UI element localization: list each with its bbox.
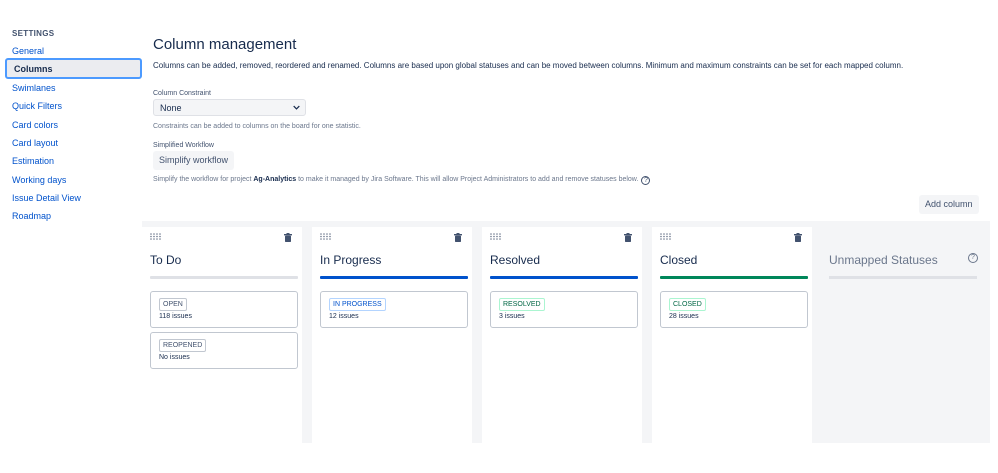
sidebar-item-swimlanes[interactable]: Swimlanes <box>12 82 56 94</box>
page-title: Column management <box>153 36 297 53</box>
status-lozenge: IN PROGRESS <box>329 298 386 311</box>
sidebar-item-roadmap[interactable]: Roadmap <box>12 210 51 222</box>
issue-count: 118 issues <box>159 313 192 320</box>
workflow-help-prefix: Simplify the workflow for project <box>153 176 254 183</box>
question-icon[interactable]: ? <box>968 253 978 263</box>
issue-count: 28 issues <box>669 313 699 320</box>
column-title[interactable]: In Progress <box>320 253 381 267</box>
chevron-down-icon <box>293 105 300 110</box>
add-column-button[interactable]: Add column <box>919 195 979 214</box>
sidebar-item-quick-filters[interactable]: Quick Filters <box>12 100 62 112</box>
column-board: To Do OPEN 118 issues REOPENED No issues <box>142 221 990 443</box>
board-column-resolved[interactable]: Resolved RESOLVED 3 issues <box>482 227 642 443</box>
status-card-closed[interactable]: CLOSED 28 issues <box>660 291 808 328</box>
issue-count: No issues <box>159 354 190 361</box>
sidebar-item-estimation[interactable]: Estimation <box>12 155 54 167</box>
column-rule <box>660 276 808 279</box>
trash-icon[interactable] <box>794 233 802 242</box>
trash-icon[interactable] <box>454 233 462 242</box>
status-lozenge: RESOLVED <box>499 298 545 311</box>
column-title[interactable]: Resolved <box>490 253 540 267</box>
question-icon[interactable]: ? <box>641 176 651 185</box>
column-title[interactable]: To Do <box>150 253 181 267</box>
drag-handle-icon[interactable] <box>490 233 501 240</box>
page-description: Columns can be added, removed, reordered… <box>153 61 904 70</box>
status-lozenge: OPEN <box>159 298 187 311</box>
constraint-help-text: Constraints can be added to columns on t… <box>153 123 361 130</box>
project-name: Ag-Analytics <box>253 176 297 183</box>
drag-handle-icon[interactable] <box>150 233 161 240</box>
board-settings-page: SETTINGS General Columns Swimlanes Quick… <box>0 0 998 473</box>
unmapped-statuses-column[interactable]: Unmapped Statuses ? <box>818 221 990 443</box>
board-column-in-progress[interactable]: In Progress IN PROGRESS 12 issues <box>312 227 472 443</box>
status-card-reopened[interactable]: REOPENED No issues <box>150 332 298 369</box>
issue-count: 3 issues <box>499 313 525 320</box>
sidebar-item-working-days[interactable]: Working days <box>12 174 66 186</box>
drag-handle-icon[interactable] <box>660 233 671 240</box>
sidebar-item-columns[interactable]: Columns <box>5 58 142 79</box>
sidebar-item-general[interactable]: General <box>12 45 44 57</box>
issue-count: 12 issues <box>329 313 359 320</box>
column-title[interactable]: Closed <box>660 253 697 267</box>
column-rule <box>320 276 468 279</box>
column-constraint-label: Column Constraint <box>153 90 211 97</box>
drag-handle-icon[interactable] <box>320 233 331 240</box>
status-card-open[interactable]: OPEN 118 issues <box>150 291 298 328</box>
column-rule <box>490 276 638 279</box>
column-constraint-value: None <box>160 103 182 113</box>
settings-sidebar: SETTINGS General Columns Swimlanes Quick… <box>0 0 150 473</box>
sidebar-heading: SETTINGS <box>12 29 55 38</box>
status-lozenge: CLOSED <box>669 298 706 311</box>
unmapped-title: Unmapped Statuses <box>829 253 938 267</box>
trash-icon[interactable] <box>284 233 292 242</box>
status-card-resolved[interactable]: RESOLVED 3 issues <box>490 291 638 328</box>
board-column-to-do[interactable]: To Do OPEN 118 issues REOPENED No issues <box>142 227 302 443</box>
status-lozenge: REOPENED <box>159 339 207 352</box>
workflow-help-text: Simplify the workflow for project Ag-Ana… <box>153 176 651 185</box>
simplified-workflow-label: Simplified Workflow <box>153 142 214 149</box>
column-rule <box>150 276 298 279</box>
sidebar-item-card-colors[interactable]: Card colors <box>12 119 58 131</box>
sidebar-item-issue-detail-view[interactable]: Issue Detail View <box>12 192 81 204</box>
column-rule <box>829 276 977 279</box>
simplify-workflow-button[interactable]: Simplify workflow <box>153 151 235 170</box>
column-constraint-select[interactable]: None <box>153 99 306 116</box>
trash-icon[interactable] <box>624 233 632 242</box>
sidebar-item-card-layout[interactable]: Card layout <box>12 137 58 149</box>
board-column-closed[interactable]: Closed CLOSED 28 issues <box>652 227 812 443</box>
workflow-help-suffix: to make it managed by Jira Software. Thi… <box>296 176 639 183</box>
status-card-in-progress[interactable]: IN PROGRESS 12 issues <box>320 291 468 328</box>
